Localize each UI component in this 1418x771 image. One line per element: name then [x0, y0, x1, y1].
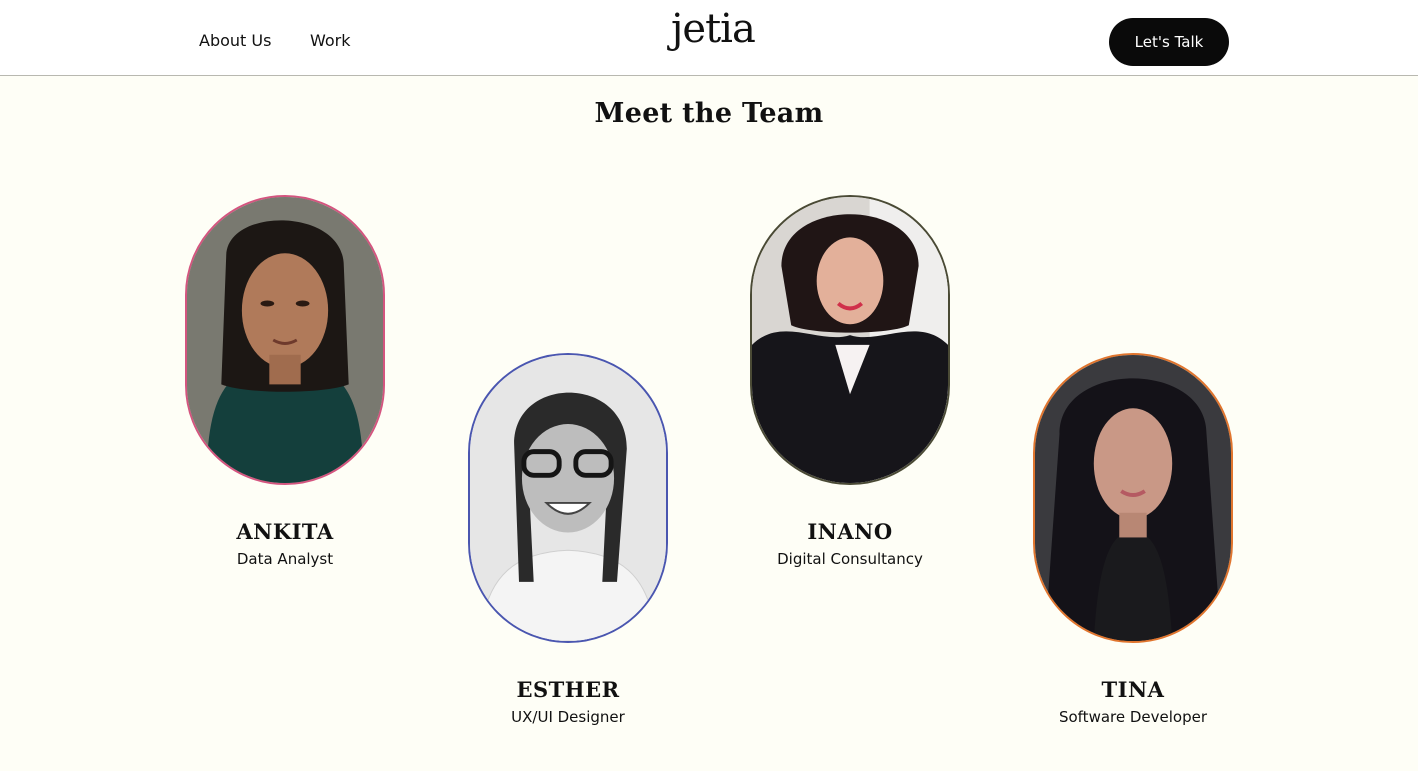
- site-header: About Us Work jetia Let's Talk: [0, 0, 1418, 76]
- team-member-card: ESTHER UX/UI Designer: [468, 353, 668, 726]
- nav-about-us[interactable]: About Us: [199, 31, 271, 50]
- lets-talk-button[interactable]: Let's Talk: [1109, 18, 1229, 66]
- member-photo: [185, 195, 385, 485]
- member-name: ANKITA: [236, 519, 334, 544]
- nav-work[interactable]: Work: [310, 31, 351, 50]
- team-member-card: ANKITA Data Analyst: [185, 195, 385, 568]
- member-photo: [468, 353, 668, 643]
- member-name: ESTHER: [516, 677, 620, 702]
- member-role: UX/UI Designer: [511, 708, 625, 726]
- team-member-card: INANO Digital Consultancy: [750, 195, 950, 568]
- member-photo: [750, 195, 950, 485]
- member-role: Software Developer: [1058, 708, 1208, 726]
- section-title: Meet the Team: [594, 98, 824, 129]
- brand-logo[interactable]: jetia: [671, 6, 756, 52]
- member-role: Digital Consultancy: [777, 550, 923, 568]
- team-member-card: TINA Software Developer: [1033, 353, 1233, 726]
- member-role: Data Analyst: [236, 550, 334, 568]
- member-name: TINA: [1101, 677, 1165, 702]
- member-name: INANO: [807, 519, 893, 544]
- member-photo: [1033, 353, 1233, 643]
